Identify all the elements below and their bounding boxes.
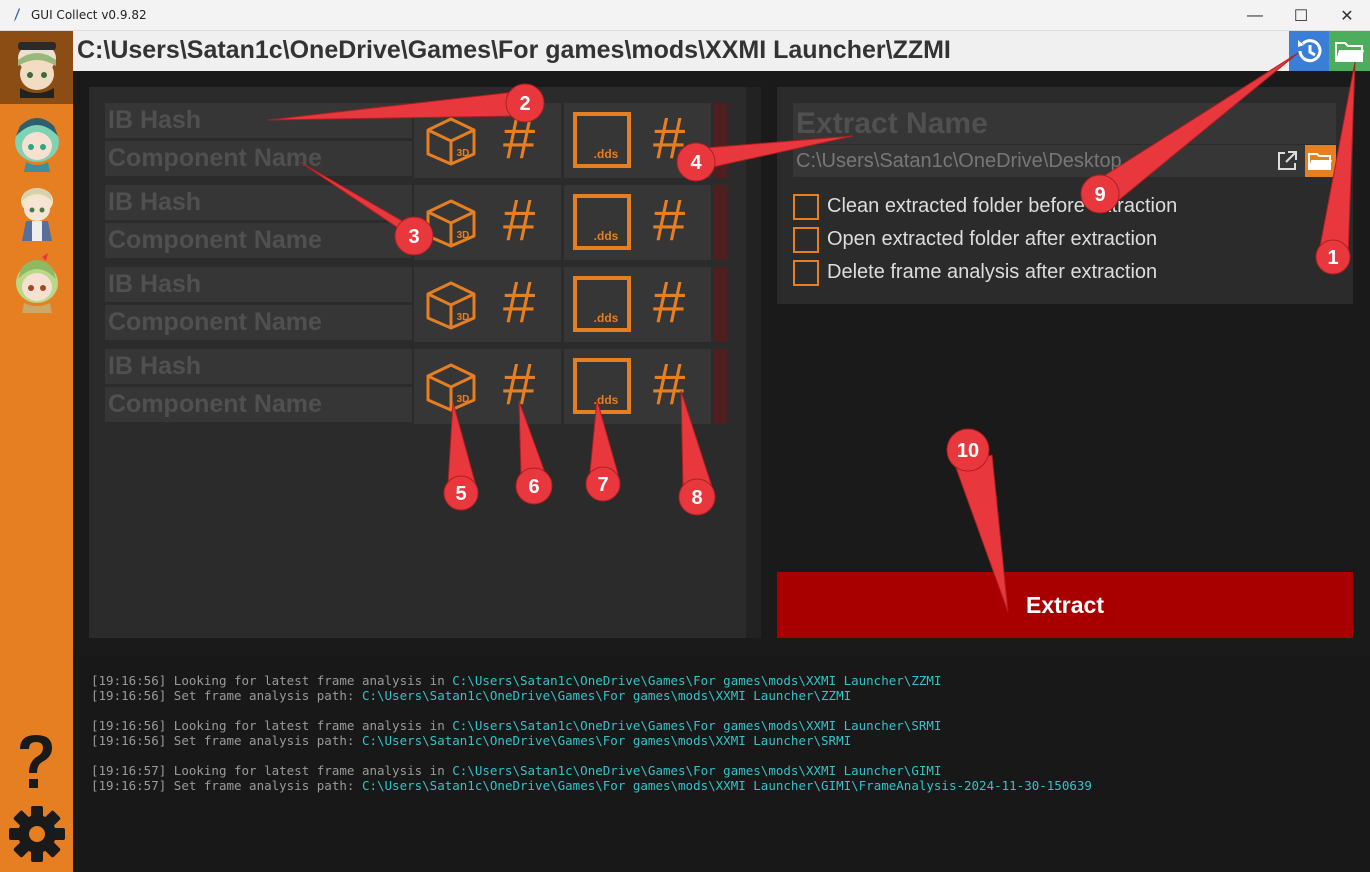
option-label: Delete frame analysis after extraction <box>827 261 1158 283</box>
checkbox[interactable] <box>793 227 819 253</box>
row-status-strip <box>713 185 727 260</box>
component-name-input[interactable]: Component Name <box>105 305 412 340</box>
window-title: GUI Collect v0.9.82 <box>31 8 147 22</box>
mesh-3d-label: 3D <box>457 230 470 241</box>
log-line: [19:16:56] Set frame analysis path: C:\U… <box>91 733 852 748</box>
mesh-cell: 3D # <box>414 349 561 424</box>
hash-icon[interactable]: # <box>653 105 685 172</box>
ib-hash-input[interactable]: IB Hash <box>105 103 412 138</box>
mesh-3d-icon[interactable]: 3D <box>424 362 478 412</box>
log-line: [19:16:57] Set frame analysis path: C:\U… <box>91 778 1092 793</box>
history-icon <box>1298 39 1322 63</box>
texture-dds-label: .dds <box>594 311 619 325</box>
texture-dds-label: .dds <box>594 393 619 407</box>
help-icon[interactable] <box>10 731 62 795</box>
extract-name-input[interactable]: Extract Name <box>793 103 1336 144</box>
mesh-cell: 3D # <box>414 267 561 342</box>
row-status-strip <box>713 349 727 424</box>
texture-dds-label: .dds <box>594 229 619 243</box>
log-line: [19:16:56] Looking for latest frame anal… <box>91 718 942 733</box>
folder-icon <box>1335 42 1364 62</box>
texture-cell: .dds # <box>564 267 711 342</box>
sidebar <box>0 31 73 872</box>
annotation-label-10: 10 <box>957 440 979 462</box>
ib-hash-input[interactable]: IB Hash <box>105 267 412 302</box>
mesh-3d-label: 3D <box>457 312 470 323</box>
hash-icon[interactable]: # <box>653 269 685 336</box>
texture-cell: .dds # <box>564 349 711 424</box>
hash-icon[interactable]: # <box>653 351 685 418</box>
hash-icon[interactable]: # <box>503 187 535 254</box>
texture-dds-icon[interactable]: .dds <box>573 112 631 168</box>
mesh-3d-label: 3D <box>457 148 470 159</box>
log-line: [19:16:56] Looking for latest frame anal… <box>91 673 942 688</box>
option-label: Clean extracted folder before extraction <box>827 195 1178 217</box>
character-avatar-2[interactable] <box>6 110 68 172</box>
texture-dds-icon[interactable]: .dds <box>573 358 631 414</box>
folder-icon <box>1308 153 1332 170</box>
character-avatar-4[interactable] <box>6 251 68 313</box>
character-avatar-1[interactable] <box>6 36 68 98</box>
component-row: IB Hash Component Name 3D # .dds # <box>105 267 727 342</box>
log-console: [19:16:56] Looking for latest frame anal… <box>73 655 1370 872</box>
log-line: [19:16:56] Set frame analysis path: C:\U… <box>91 688 852 703</box>
extract-button[interactable]: Extract <box>777 572 1353 638</box>
mesh-cell: 3D # <box>414 185 561 260</box>
mesh-3d-icon[interactable]: 3D <box>424 280 478 330</box>
checkbox[interactable] <box>793 194 819 220</box>
output-folder-button[interactable] <box>1305 145 1336 177</box>
ib-hash-input[interactable]: IB Hash <box>105 349 412 384</box>
texture-cell: .dds # <box>564 103 711 178</box>
output-dir-input[interactable]: C:\Users\Satan1c\OneDrive\Desktop <box>793 145 1306 177</box>
character-avatar-3[interactable] <box>6 179 68 241</box>
texture-cell: .dds # <box>564 185 711 260</box>
mesh-cell: 3D # <box>414 103 561 178</box>
row-status-strip <box>713 103 727 178</box>
hash-icon[interactable]: # <box>503 105 535 172</box>
frame-analysis-path-bar[interactable]: C:\Users\Satan1c\OneDrive\Games\For game… <box>73 31 1289 71</box>
minimize-button[interactable]: — <box>1232 0 1278 31</box>
ib-hash-input[interactable]: IB Hash <box>105 185 412 220</box>
title-bar: GUI Collect v0.9.82 — ☐ ✕ <box>0 0 1370 31</box>
component-row: IB Hash Component Name 3D # .dds # <box>105 349 727 424</box>
mesh-3d-icon[interactable]: 3D <box>424 116 478 166</box>
texture-dds-icon[interactable]: .dds <box>573 276 631 332</box>
hash-icon[interactable]: # <box>503 351 535 418</box>
component-name-input[interactable]: Component Name <box>105 387 412 422</box>
history-button[interactable] <box>1289 31 1329 71</box>
mesh-3d-label: 3D <box>457 394 470 405</box>
texture-dds-icon[interactable]: .dds <box>573 194 631 250</box>
component-name-input[interactable]: Component Name <box>105 223 412 258</box>
hash-icon[interactable]: # <box>503 269 535 336</box>
component-row: IB Hash Component Name 3D # .dds # <box>105 103 727 178</box>
maximize-button[interactable]: ☐ <box>1278 0 1324 31</box>
component-name-input[interactable]: Component Name <box>105 141 412 176</box>
browse-folder-button[interactable] <box>1329 31 1370 71</box>
gear-icon[interactable] <box>6 803 68 865</box>
extract-settings-panel: Extract Name C:\Users\Satan1c\OneDrive\D… <box>777 87 1353 304</box>
close-button[interactable]: ✕ <box>1324 0 1370 31</box>
hash-icon[interactable]: # <box>653 187 685 254</box>
component-row: IB Hash Component Name 3D # .dds # <box>105 185 727 260</box>
row-status-strip <box>713 267 727 342</box>
texture-dds-label: .dds <box>594 147 619 161</box>
app-icon <box>14 8 20 22</box>
open-external-icon[interactable] <box>1275 149 1299 173</box>
components-scrollbar[interactable] <box>746 87 761 638</box>
option-label: Open extracted folder after extraction <box>827 228 1158 250</box>
checkbox[interactable] <box>793 260 819 286</box>
log-line: [19:16:57] Looking for latest frame anal… <box>91 763 942 778</box>
frame-analysis-path[interactable]: C:\Users\Satan1c\OneDrive\Games\For game… <box>77 36 951 65</box>
mesh-3d-icon[interactable]: 3D <box>424 198 478 248</box>
